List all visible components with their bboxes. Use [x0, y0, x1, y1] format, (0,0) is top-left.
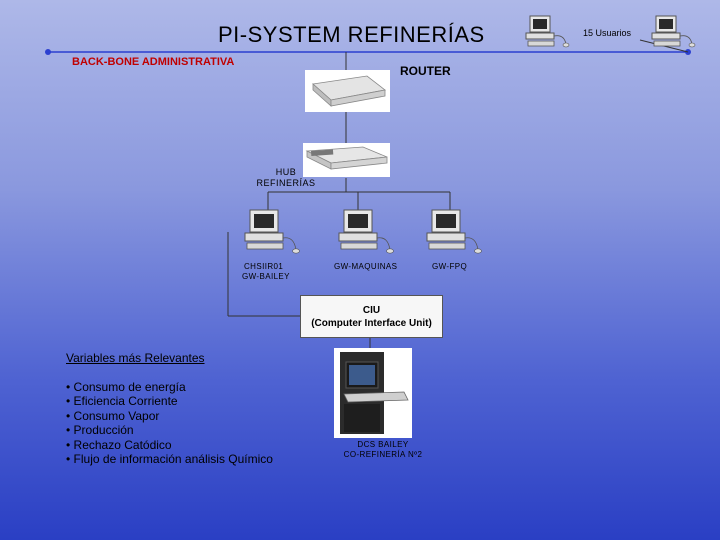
hub-label-line2: REFINERÍAS: [256, 178, 316, 188]
workstation-label-gw-maquinas: GW-MAQUINAS: [334, 262, 398, 271]
dcs-label-line2: CO-REFINERÍA Nº2: [343, 450, 423, 459]
workstation-icon: [244, 209, 300, 254]
list-item: Consumo Vapor: [66, 409, 273, 423]
list-item: Producción: [66, 423, 273, 437]
ciu-title: CIU: [362, 304, 381, 316]
workstation-label-line2: GW-BAILEY: [242, 272, 290, 281]
workstation-icon: [426, 209, 482, 254]
dcs-label: DCS BAILEY CO-REFINERÍA Nº2: [340, 440, 426, 460]
workstation-label-gw-fpq: GW-FPQ: [432, 262, 468, 271]
variables-list: Consumo de energía Eficiencia Corriente …: [66, 380, 273, 466]
ciu-box: CIU (Computer Interface Unit): [300, 295, 443, 338]
list-item: Rechazo Catódico: [66, 438, 273, 452]
ciu-subtitle: (Computer Interface Unit): [311, 317, 432, 329]
user-pc-icon: [525, 15, 570, 48]
list-item: Flujo de información análisis Químico: [66, 452, 273, 466]
workstation-label-line1: CHSIIR01: [244, 262, 284, 271]
router-icon: [305, 70, 390, 112]
variables-title: Variables más Relevantes: [66, 351, 205, 365]
hub-label-line1: HUB: [275, 167, 297, 177]
workstation-icon: [338, 209, 394, 254]
dcs-cabinet-icon: [334, 348, 412, 438]
router-label: ROUTER: [400, 64, 451, 78]
hub-label: HUB REFINERÍAS: [252, 167, 320, 189]
list-item: Eficiencia Corriente: [66, 394, 273, 408]
list-item: Consumo de energía: [66, 380, 273, 394]
dcs-label-line1: DCS BAILEY: [357, 440, 409, 449]
backbone-label: BACK-BONE ADMINISTRATIVA: [72, 56, 235, 68]
user-pc-icon: [651, 15, 696, 48]
page-title: PI-SYSTEM REFINERÍAS: [218, 22, 485, 47]
workstation-label-gw-bailey: GW-BAILEY: [242, 272, 290, 282]
workstation-label-chsiir01: CHSIIR01: [244, 262, 283, 272]
users-label: 15 Usuarios: [583, 28, 632, 38]
